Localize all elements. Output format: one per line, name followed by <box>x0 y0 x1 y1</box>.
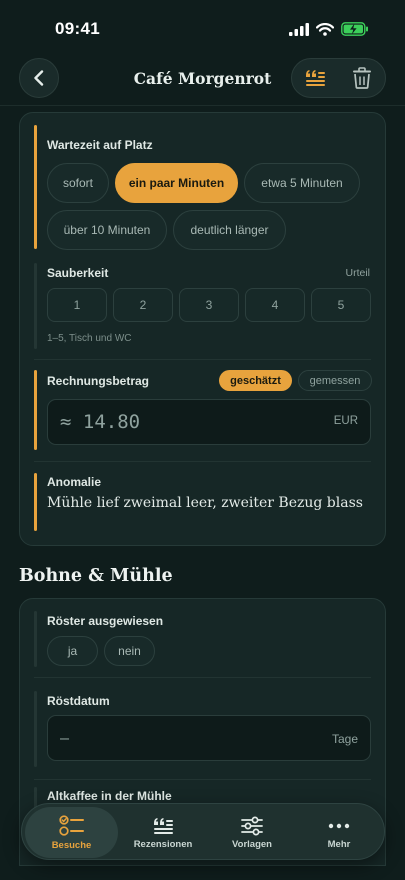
roast-date-field: Röstdatum — Tage <box>34 691 371 771</box>
status-time: 09:41 <box>55 19 100 38</box>
anomaly-label: Anomalie <box>47 475 102 489</box>
bill-label: Rechnungsbetrag <box>47 374 150 388</box>
judgement-tag: Urteil <box>345 267 370 279</box>
field-accent-bar <box>34 473 37 531</box>
wifi-icon <box>316 22 334 36</box>
rating-1[interactable]: 1 <box>47 288 107 322</box>
status-bar: 09:41 <box>0 0 405 56</box>
trash-icon <box>352 67 371 89</box>
mode-measured-toggle[interactable]: gemessen <box>298 370 372 391</box>
quote-list-icon <box>154 817 173 834</box>
rating-5[interactable]: 5 <box>311 288 371 322</box>
field-accent-bar <box>34 370 37 450</box>
field-accent-bar <box>34 611 37 667</box>
battery-charging-icon <box>341 22 368 36</box>
visit-details-card: Wartezeit auf Platz sofort ein paar Minu… <box>19 112 386 546</box>
checklist-icon <box>58 814 84 836</box>
rating-4[interactable]: 4 <box>245 288 305 322</box>
wait-option-5-minutes[interactable]: etwa 5 Minuten <box>244 163 360 203</box>
anomaly-text[interactable]: Mühle lief zweimal leer, zweiter Bezug b… <box>47 495 363 511</box>
wait-option-few-minutes[interactable]: ein paar Minuten <box>115 163 238 203</box>
tab-templates[interactable]: Vorlagen <box>208 807 296 858</box>
wait-time-label: Wartezeit auf Platz <box>47 138 153 152</box>
bill-currency-unit: EUR <box>333 415 358 427</box>
rating-3[interactable]: 3 <box>179 288 239 322</box>
top-bar: Café Morgenrot <box>0 56 405 106</box>
status-icons <box>289 22 369 36</box>
tab-visits[interactable]: Besuche <box>25 807 118 858</box>
roaster-option-no[interactable]: nein <box>104 636 155 666</box>
chevron-left-icon <box>34 70 44 86</box>
quote-list-icon <box>306 70 326 86</box>
wait-time-field: Wartezeit auf Platz sofort ein paar Minu… <box>34 125 371 251</box>
rating-2[interactable]: 2 <box>113 288 173 322</box>
field-accent-bar <box>34 125 37 249</box>
roaster-field: Röster ausgewiesen ja nein <box>34 611 371 671</box>
roaster-label: Röster ausgewiesen <box>47 614 164 628</box>
field-accent-bar <box>34 263 37 349</box>
back-button[interactable] <box>19 58 59 98</box>
field-accent-bar <box>34 691 37 767</box>
roast-date-label: Röstdatum <box>47 694 110 708</box>
tab-more[interactable]: Mehr <box>296 807 382 858</box>
divider <box>34 677 371 678</box>
roast-date-input[interactable]: — Tage <box>47 715 371 761</box>
delete-button[interactable] <box>339 59 386 97</box>
bill-field: Rechnungsbetrag geschätzt gemessen ≈ 14.… <box>34 370 372 450</box>
tab-bar: Besuche Rezensionen Vorlagen Mehr <box>21 803 385 860</box>
tab-reviews-label: Rezensionen <box>133 838 193 850</box>
sliders-icon <box>241 816 263 835</box>
anomaly-field: Anomalie Mühle lief zweimal leer, zweite… <box>34 473 371 533</box>
header-actions <box>291 58 386 98</box>
more-dots-icon <box>328 823 350 828</box>
section-title-bean-grinder: Bohne & Mühle <box>19 566 173 586</box>
roast-date-unit: Tage <box>331 732 358 746</box>
wait-option-sofort[interactable]: sofort <box>47 163 109 203</box>
cleanliness-hint: 1–5, Tisch und WC <box>47 333 132 344</box>
wait-option-much-longer[interactable]: deutlich länger <box>173 210 286 250</box>
wait-option-over-10-minutes[interactable]: über 10 Minuten <box>47 210 167 250</box>
divider <box>34 359 371 360</box>
cleanliness-field: Sauberkeit Urteil 1 2 3 4 5 1–5, Tisch u… <box>34 263 371 355</box>
old-coffee-label: Altkaffee in der Mühle <box>47 789 172 803</box>
mode-estimated-toggle[interactable]: geschätzt <box>219 370 292 391</box>
roaster-option-yes[interactable]: ja <box>47 636 98 666</box>
tab-more-label: Mehr <box>327 838 351 850</box>
divider <box>34 779 371 780</box>
tab-templates-label: Vorlagen <box>232 838 272 850</box>
bill-amount-input[interactable]: ≈ 14.80 EUR <box>47 399 371 445</box>
review-button[interactable] <box>292 59 339 97</box>
tab-reviews[interactable]: Rezensionen <box>118 807 208 858</box>
signal-icon <box>289 22 309 36</box>
cleanliness-label: Sauberkeit <box>47 266 109 280</box>
bill-amount-value: ≈ 14.80 <box>60 411 141 433</box>
divider <box>34 461 371 462</box>
tab-visits-label: Besuche <box>51 839 92 851</box>
roast-date-value: — <box>60 729 70 747</box>
